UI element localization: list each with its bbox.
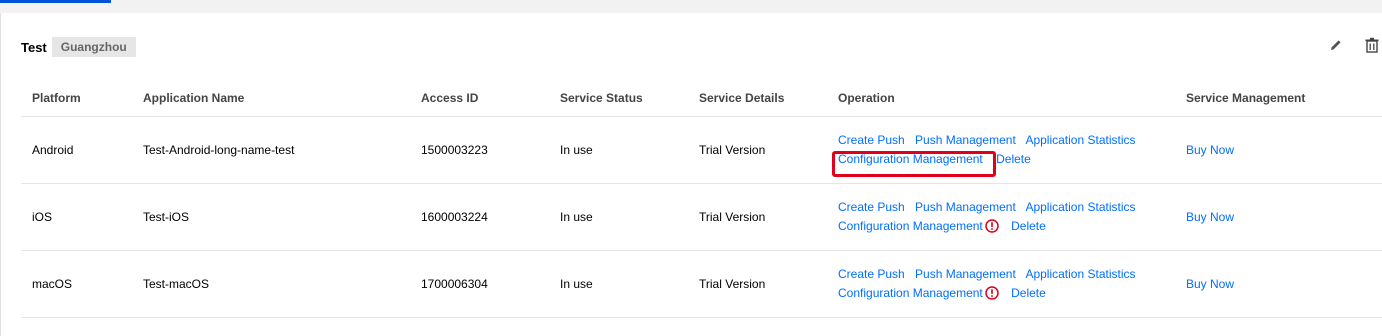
column-header-service-details: Service Details [688,80,827,117]
buy-now-link[interactable]: Buy Now [1186,210,1234,224]
configuration-management-link[interactable]: Configuration Management [838,286,983,300]
application-statistics-link[interactable]: Application Statistics [1025,200,1135,214]
column-header-application-name: Application Name [132,80,410,117]
application-name-cell: Test-Android-long-name-test [132,116,410,184]
operation-line-2: Configuration Management Delete [838,284,1175,303]
push-management-link[interactable]: Push Management [915,200,1016,214]
application-statistics-link[interactable]: Application Statistics [1025,267,1135,281]
buy-now-link[interactable]: Buy Now [1186,277,1234,291]
service-management-cell: Buy Now [1175,116,1382,184]
service-status-cell: In use [549,183,688,251]
delete-link[interactable]: Delete [996,152,1031,166]
operation-line-1: Create Push Push Management Application … [838,198,1175,217]
trash-icon[interactable] [1364,37,1380,53]
column-header-access-id: Access ID [410,80,549,117]
operation-cell: Create Push Push Management Application … [827,116,1175,184]
create-push-link[interactable]: Create Push [838,267,905,281]
exclamation-circle-icon[interactable] [985,286,999,300]
operation-cell: Create Push Push Management Application … [827,250,1175,318]
service-details-cell: Trial Version [688,116,827,184]
configuration-management-link[interactable]: Configuration Management [838,219,983,233]
application-name-cell: Test-macOS [132,250,410,318]
top-tab-strip [0,0,1382,13]
application-group-panel: Test Guangzhou Platform Application Name… [0,13,1382,336]
access-id-cell: 1600003224 [410,183,549,251]
operation-line-1: Create Push Push Management Application … [838,131,1175,150]
group-title: Test [21,39,47,55]
column-header-service-status: Service Status [549,80,688,117]
buy-now-link[interactable]: Buy Now [1186,143,1234,157]
configuration-management-link[interactable]: Configuration Management [838,152,983,166]
table-row: iOS Test-iOS 1600003224 In use Trial Ver… [21,183,1382,251]
service-status-cell: In use [549,250,688,318]
operation-cell: Create Push Push Management Application … [827,183,1175,251]
application-name-cell: Test-iOS [132,183,410,251]
table-header-row: Platform Application Name Access ID Serv… [21,80,1382,117]
platform-cell: Android [21,116,132,184]
delete-link[interactable]: Delete [1011,286,1046,300]
create-push-link[interactable]: Create Push [838,133,905,147]
active-tab-indicator [0,0,111,3]
push-management-link[interactable]: Push Management [915,267,1016,281]
application-statistics-link[interactable]: Application Statistics [1025,133,1135,147]
push-management-link[interactable]: Push Management [915,133,1016,147]
access-id-cell: 1500003223 [410,116,549,184]
column-header-operation: Operation [827,80,1175,117]
service-management-cell: Buy Now [1175,183,1382,251]
platform-cell: macOS [21,250,132,318]
pencil-icon[interactable] [1329,38,1343,52]
service-management-cell: Buy Now [1175,250,1382,318]
delete-link[interactable]: Delete [1011,219,1046,233]
table-row: macOS Test-macOS 1700006304 In use Trial… [21,250,1382,318]
applications-table: Platform Application Name Access ID Serv… [21,80,1382,318]
service-details-cell: Trial Version [688,183,827,251]
service-details-cell: Trial Version [688,250,827,318]
column-header-service-management: Service Management [1175,80,1382,117]
platform-cell: iOS [21,183,132,251]
panel-header: Test Guangzhou [21,37,136,57]
table-row: Android Test-Android-long-name-test 1500… [21,116,1382,184]
region-tag: Guangzhou [51,37,136,57]
operation-line-1: Create Push Push Management Application … [838,265,1175,284]
service-status-cell: In use [549,116,688,184]
exclamation-circle-icon[interactable] [985,219,999,233]
operation-line-2: Configuration Management Delete [838,217,1175,236]
column-header-platform: Platform [21,80,132,117]
access-id-cell: 1700006304 [410,250,549,318]
create-push-link[interactable]: Create Push [838,200,905,214]
operation-line-2: Configuration Management Delete [838,150,1175,169]
